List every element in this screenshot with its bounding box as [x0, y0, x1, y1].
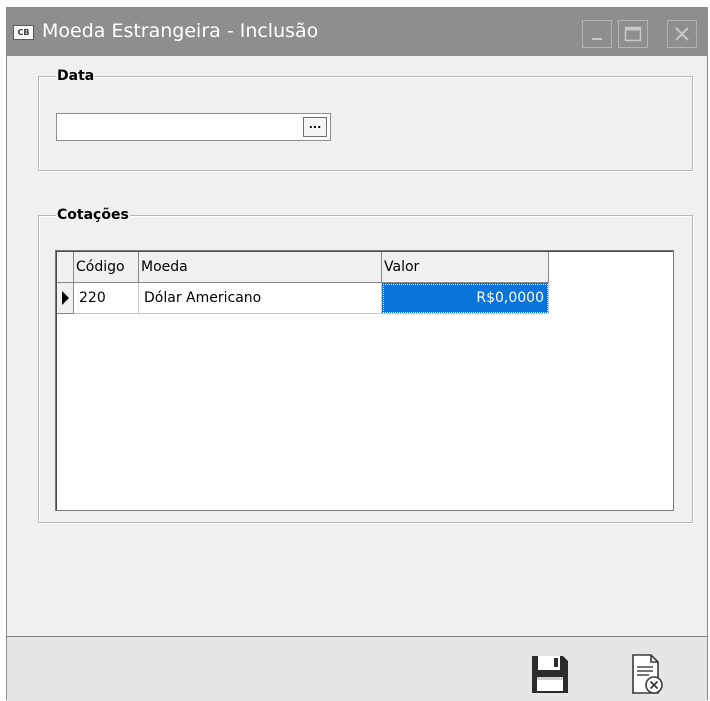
date-input[interactable]: [56, 113, 331, 141]
maximize-icon: [624, 26, 642, 42]
window-title: Moeda Estrangeira - Inclusão: [42, 20, 319, 42]
minimize-icon: [592, 38, 602, 40]
title-bar[interactable]: CB Moeda Estrangeira - Inclusão: [7, 8, 707, 56]
close-icon: [675, 27, 689, 41]
column-header-moeda[interactable]: Moeda: [139, 252, 382, 283]
column-header-codigo[interactable]: Código: [74, 252, 139, 283]
cancel-button[interactable]: [627, 653, 667, 697]
data-group-label: Data: [56, 67, 96, 85]
floppy-disk-icon: [532, 656, 568, 693]
close-button[interactable]: [667, 20, 697, 48]
cotacoes-group-label: Cotações: [56, 206, 130, 224]
dialog-window: CB Moeda Estrangeira - Inclusão Data ...…: [6, 7, 708, 701]
document-cancel-icon: [632, 654, 663, 694]
cell-valor[interactable]: R$0,0000: [382, 283, 549, 314]
footer-toolbar: [7, 637, 707, 701]
cell-codigo[interactable]: 220: [74, 283, 139, 314]
row-pointer-icon: [62, 291, 69, 305]
row-indicator[interactable]: [57, 283, 74, 314]
minimize-button[interactable]: [582, 20, 612, 48]
column-header-valor[interactable]: Valor: [382, 252, 549, 283]
date-picker-button[interactable]: ...: [303, 117, 327, 137]
grid-corner-header: [57, 252, 74, 283]
save-button[interactable]: [530, 653, 570, 697]
maximize-button[interactable]: [618, 20, 648, 48]
cotacoes-grid[interactable]: Código Moeda Valor 220 Dólar Americano R…: [55, 250, 674, 511]
cell-moeda[interactable]: Dólar Americano: [139, 283, 382, 314]
app-icon[interactable]: CB: [13, 25, 34, 40]
